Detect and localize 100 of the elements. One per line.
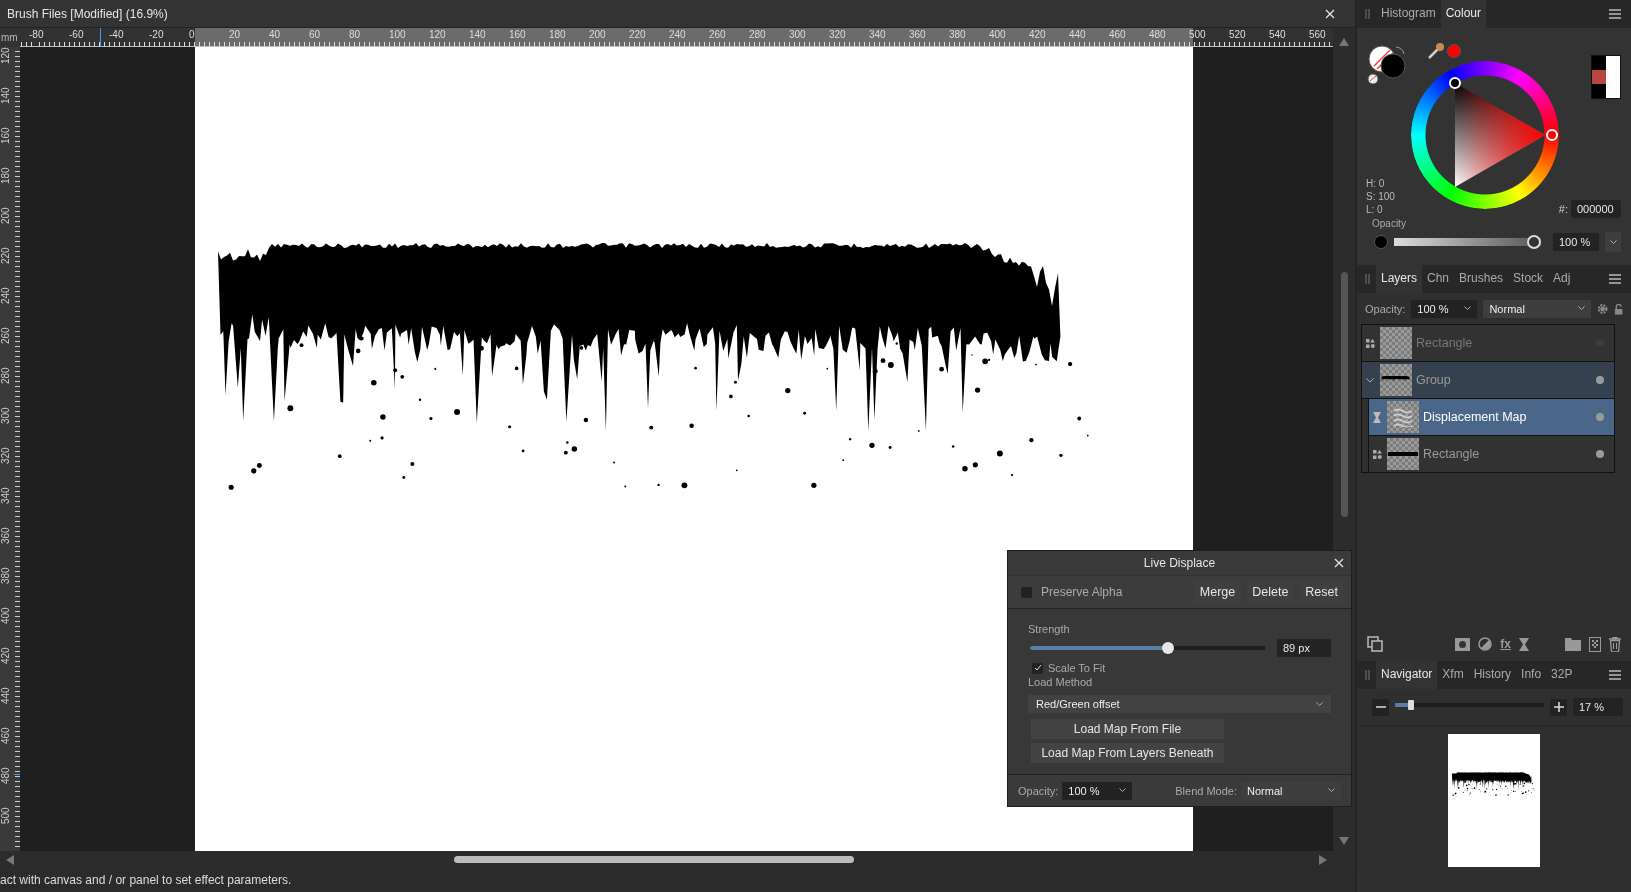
colour-swatch[interactable] [1592, 56, 1606, 70]
stacked-squares-icon[interactable] [1367, 636, 1383, 652]
opacity-dropdown[interactable]: 100 % [1062, 781, 1133, 800]
trash-icon[interactable] [1609, 636, 1621, 652]
folder-icon[interactable] [1565, 637, 1581, 651]
panel-tab[interactable]: Navigator [1376, 661, 1438, 689]
layer-thumbnail [1387, 401, 1419, 433]
colour-swatch[interactable] [1592, 70, 1606, 84]
hsl-value: H: 0 [1366, 177, 1386, 190]
hsl-value: L: 0 [1366, 203, 1384, 216]
scroll-right-icon[interactable] [1319, 854, 1327, 865]
panel-tab[interactable]: History [1468, 661, 1517, 689]
hourglass-icon[interactable] [1519, 637, 1529, 651]
panel-tab[interactable]: Stock [1508, 265, 1549, 293]
scroll-left-icon[interactable] [6, 854, 14, 865]
scale-to-fit-checkbox[interactable] [1032, 662, 1043, 674]
slider-thumb[interactable] [1407, 700, 1414, 710]
caret-icon [1316, 701, 1323, 707]
fill-stroke-icon[interactable] [1366, 44, 1408, 86]
colour-swatch[interactable] [1606, 56, 1620, 70]
expand-chevron-icon[interactable] [1366, 377, 1374, 383]
hex-label: #: [1558, 203, 1568, 215]
opacity-field[interactable]: 100 % [1553, 233, 1599, 251]
status-text: act with canvas and / or panel to set effect parameters. [0, 873, 292, 887]
layer-thumbnail [1387, 438, 1419, 470]
hue-handle[interactable] [1545, 129, 1558, 141]
grip-icon[interactable] [1365, 274, 1370, 284]
scrollbar-thumb[interactable] [454, 856, 854, 863]
layer-name: Rectangle [1423, 447, 1481, 461]
colour-preview [1374, 235, 1388, 249]
caret-icon [1464, 306, 1472, 311]
lock-icon[interactable] [1613, 302, 1623, 315]
load-method-label: Load Method [1028, 676, 1093, 688]
panel-tab[interactable]: Layers [1376, 265, 1423, 293]
strength-label: Strength [1028, 623, 1070, 635]
zoom-out-button[interactable] [1372, 698, 1389, 716]
opacity-dropdown[interactable]: 100 % [1411, 299, 1478, 318]
panel-title: Live Displace [1143, 556, 1216, 570]
hex-field[interactable]: 000000 [1571, 200, 1621, 218]
panel-tab[interactable]: Brushes [1454, 265, 1509, 293]
caret-icon [1577, 306, 1585, 311]
effects-button[interactable]: fx [1500, 637, 1511, 651]
hourglass-icon [1373, 411, 1381, 423]
layer-name: Group [1416, 373, 1452, 387]
settings-icon[interactable] [1596, 302, 1608, 315]
caret-icon [1609, 239, 1617, 245]
panel-tab[interactable]: Chn [1422, 265, 1455, 293]
panel-tab[interactable]: Colour [1440, 0, 1487, 28]
colour-swatch[interactable] [1606, 84, 1620, 98]
preserve-alpha-checkbox[interactable] [1021, 586, 1032, 598]
caret-icon [1328, 788, 1335, 793]
opacity-slider[interactable] [1394, 235, 1541, 249]
navigator-preview[interactable] [1448, 734, 1540, 867]
blend-mode-dropdown[interactable]: Normal [1483, 299, 1591, 318]
load-method-dropdown[interactable]: Red/Green offset [1028, 695, 1331, 713]
panel-tab[interactable]: 32P [1546, 661, 1578, 689]
blend-mode-label: Blend Mode: [1175, 784, 1237, 797]
load-map-button[interactable]: Load Map From Layers Beneath [1031, 743, 1224, 763]
grip-icon[interactable] [1365, 9, 1370, 19]
visibility-toggle[interactable] [1596, 413, 1604, 421]
scroll-down-icon[interactable] [1339, 837, 1349, 845]
top-ruler: -80 -60 -40 -20 0 20 40 60 80 100 120 140 160 180 200 220 240 260 280 300 320 340 360 380 400 420 440 460 480 500 520 540 560 [20, 28, 1333, 47]
panel-tab[interactable]: Histogram [1376, 0, 1441, 28]
hsl-value: S: 100 [1366, 190, 1396, 203]
layer-row[interactable]: Group [1362, 362, 1614, 399]
slider-thumb[interactable] [1161, 642, 1174, 654]
zoom-in-button[interactable] [1550, 698, 1567, 716]
close-icon[interactable] [1325, 8, 1335, 19]
scrollbar-thumb[interactable] [1340, 272, 1348, 517]
layer-row[interactable]: Displacement Map [1368, 399, 1614, 436]
close-icon[interactable] [1334, 558, 1344, 568]
opacity-label: Opacity [1372, 218, 1407, 229]
strength-field[interactable]: 89 px [1277, 639, 1331, 657]
slider-thumb[interactable] [1527, 235, 1541, 249]
menu-icon[interactable] [1609, 274, 1621, 284]
mask-icon[interactable] [1455, 637, 1471, 651]
colour-swatch[interactable] [1592, 84, 1606, 98]
panel-tab[interactable]: Info [1516, 661, 1547, 689]
layer-name: Rectangle [1416, 336, 1474, 350]
load-map-button[interactable]: Load Map From File [1031, 719, 1224, 739]
checkbox-label: Scale To Fit [1048, 662, 1106, 674]
blend-mode-dropdown[interactable]: Normal [1241, 781, 1341, 800]
ruler-unit: mm [1, 32, 18, 43]
layer-thumbnail [1380, 364, 1412, 396]
shape-layer-icon [1372, 449, 1382, 459]
picked-colour-swatch[interactable] [1446, 43, 1461, 58]
layer-name: Displacement Map [1423, 410, 1528, 424]
grip-icon[interactable] [1365, 670, 1370, 680]
adjustment-icon[interactable] [1478, 637, 1493, 651]
menu-icon[interactable] [1609, 670, 1621, 680]
menu-icon[interactable] [1609, 9, 1621, 19]
panel-tab[interactable]: Adj [1548, 265, 1576, 293]
scroll-up-icon[interactable] [1339, 38, 1349, 46]
panel-tab[interactable]: Xfm [1437, 661, 1469, 689]
visibility-toggle[interactable] [1596, 450, 1604, 458]
checkerboard-icon[interactable] [1589, 636, 1601, 652]
checkbox-label: Preserve Alpha [1041, 585, 1123, 599]
visibility-toggle[interactable] [1596, 376, 1604, 384]
zoom-field[interactable]: 17 % [1573, 698, 1623, 716]
eyedropper-icon[interactable] [1426, 41, 1445, 60]
